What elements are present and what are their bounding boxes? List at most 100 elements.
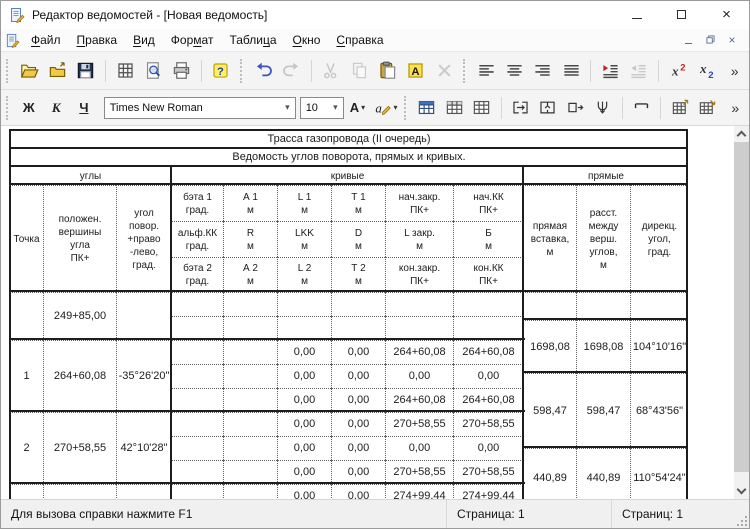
table-cell[interactable]: 0,00 bbox=[385, 364, 453, 388]
top-border-button[interactable] bbox=[628, 94, 656, 122]
table-cell[interactable]: 264+60,08 bbox=[385, 340, 453, 364]
table-cell[interactable]: альф.КК град. bbox=[171, 221, 223, 257]
autoformat-button[interactable]: A bbox=[402, 57, 430, 85]
outdent-button[interactable] bbox=[625, 57, 653, 85]
table-cell[interactable] bbox=[43, 484, 116, 499]
print-preview-button[interactable] bbox=[139, 57, 167, 85]
table-cell[interactable]: угол повор. +право -лево, град. bbox=[116, 185, 171, 292]
table-cell[interactable] bbox=[171, 340, 223, 364]
table-cell[interactable] bbox=[223, 436, 277, 460]
table-cell[interactable] bbox=[171, 364, 223, 388]
table-cell[interactable] bbox=[116, 484, 171, 499]
font-size-select[interactable]: 10▾ bbox=[300, 97, 344, 119]
paste-button[interactable] bbox=[373, 57, 401, 85]
table-cell[interactable]: 264+60,08 bbox=[43, 340, 116, 412]
table-cell[interactable] bbox=[223, 484, 277, 499]
borders-grid-button[interactable] bbox=[111, 57, 139, 85]
scroll-down-button[interactable] bbox=[734, 484, 749, 499]
table-grid-button[interactable] bbox=[468, 94, 496, 122]
table-cell[interactable]: нач.КК ПК+ bbox=[453, 185, 523, 221]
table-cell[interactable]: 0,00 bbox=[331, 460, 385, 484]
table-cell[interactable] bbox=[223, 388, 277, 412]
table-cell[interactable]: положен. вершины угла ПК+ bbox=[43, 185, 116, 292]
table-cell[interactable]: 0,00 bbox=[277, 436, 331, 460]
table-cell[interactable]: R м bbox=[223, 221, 277, 257]
table-cell[interactable]: 0,00 bbox=[453, 436, 523, 460]
table-cell[interactable]: LKK м bbox=[277, 221, 331, 257]
table-cell[interactable]: 264+60,08 bbox=[453, 388, 523, 412]
table-cell[interactable] bbox=[576, 292, 630, 320]
table-cell[interactable] bbox=[223, 460, 277, 484]
subscript-button[interactable]: x2 bbox=[692, 57, 720, 85]
table-cell[interactable]: 0,00 bbox=[331, 388, 385, 412]
table-cell[interactable]: 270+58,55 bbox=[385, 460, 453, 484]
table-cell[interactable]: 1698,08 bbox=[576, 320, 630, 373]
table-cell[interactable]: 270+58,55 bbox=[453, 460, 523, 484]
toolbar-drag-handle[interactable] bbox=[240, 59, 243, 83]
table-cell[interactable]: 0,00 bbox=[331, 484, 385, 499]
redo-button[interactable] bbox=[277, 57, 305, 85]
table-cell[interactable] bbox=[385, 316, 453, 340]
table-cell[interactable]: нач.закр. ПК+ bbox=[385, 185, 453, 221]
table-cell[interactable]: 0,00 bbox=[277, 388, 331, 412]
table-cell[interactable]: кон.КК ПК+ bbox=[453, 257, 523, 292]
split-cells-button[interactable] bbox=[534, 94, 562, 122]
table-cell[interactable]: 0,00 bbox=[331, 412, 385, 436]
table-cell[interactable]: 264+60,08 bbox=[385, 388, 453, 412]
table-cell[interactable]: 42°10'28" bbox=[116, 412, 171, 484]
table-cell[interactable]: 440,89 bbox=[576, 448, 630, 499]
table-cell[interactable] bbox=[331, 292, 385, 316]
table-cell[interactable] bbox=[223, 292, 277, 316]
table-cell[interactable]: 270+58,55 bbox=[43, 412, 116, 484]
menu-format[interactable]: Формат bbox=[163, 33, 222, 47]
toolbar-drag-handle[interactable] bbox=[463, 59, 466, 83]
cut-button[interactable] bbox=[317, 57, 345, 85]
folder-button[interactable] bbox=[43, 57, 71, 85]
mdi-minimize-button[interactable] bbox=[679, 32, 697, 48]
table-cell[interactable]: 440,89 bbox=[523, 448, 576, 499]
menu-window[interactable]: Окно bbox=[285, 33, 329, 47]
scrollbar-thumb[interactable] bbox=[734, 142, 749, 472]
align-center-button[interactable] bbox=[500, 57, 528, 85]
table-cell[interactable]: Т 2 м bbox=[331, 257, 385, 292]
table-cell[interactable]: 270+58,55 bbox=[453, 412, 523, 436]
print-button[interactable] bbox=[167, 57, 195, 85]
table-cell[interactable]: А 1 м bbox=[223, 185, 277, 221]
delete-button[interactable] bbox=[430, 57, 458, 85]
table-cell[interactable] bbox=[453, 316, 523, 340]
insert-table-right-button[interactable] bbox=[694, 94, 722, 122]
table-cell[interactable] bbox=[9, 292, 43, 340]
menu-view[interactable]: Вид bbox=[125, 33, 163, 47]
table-cell[interactable]: А 2 м bbox=[223, 257, 277, 292]
italic-button[interactable]: К bbox=[43, 94, 71, 122]
mdi-close-button[interactable]: × bbox=[723, 32, 741, 48]
maximize-button[interactable] bbox=[659, 1, 704, 29]
toolbar-drag-handle[interactable] bbox=[404, 96, 407, 120]
table-cell[interactable]: 0,00 bbox=[277, 340, 331, 364]
align-justify-button[interactable] bbox=[557, 57, 585, 85]
vertical-scrollbar[interactable] bbox=[734, 126, 749, 499]
help-button[interactable]: ? bbox=[207, 57, 235, 85]
table-cell[interactable]: дирекц. угол, град. bbox=[630, 185, 688, 292]
superscript-button[interactable]: x2 bbox=[664, 57, 692, 85]
table-cell[interactable]: 274+99,44 bbox=[453, 484, 523, 499]
table-cell[interactable] bbox=[171, 316, 223, 340]
table-cell[interactable] bbox=[277, 292, 331, 316]
table-cell[interactable]: 0,00 bbox=[277, 412, 331, 436]
table-cell[interactable]: кон.закр. ПК+ bbox=[385, 257, 453, 292]
table-cell[interactable]: расст. между верш. углов, м bbox=[576, 185, 630, 292]
table-cell[interactable]: D м bbox=[331, 221, 385, 257]
table-cell[interactable]: Точка bbox=[9, 185, 43, 292]
table-cell[interactable]: 0,00 bbox=[331, 364, 385, 388]
menu-table[interactable]: Таблица bbox=[221, 33, 284, 47]
table-cell[interactable] bbox=[453, 292, 523, 316]
table-cell[interactable] bbox=[630, 292, 688, 320]
toolbar-drag-handle[interactable] bbox=[6, 59, 9, 83]
table-cell[interactable]: 1698,08 bbox=[523, 320, 576, 373]
table-cell[interactable]: 598,47 bbox=[523, 373, 576, 448]
table-cell[interactable]: -35°26'20" bbox=[116, 340, 171, 412]
table-cell[interactable] bbox=[331, 316, 385, 340]
indent-button[interactable] bbox=[596, 57, 624, 85]
table-cell[interactable] bbox=[223, 340, 277, 364]
table-cell[interactable]: Ведомость углов поворота, прямых и кривы… bbox=[9, 148, 688, 166]
